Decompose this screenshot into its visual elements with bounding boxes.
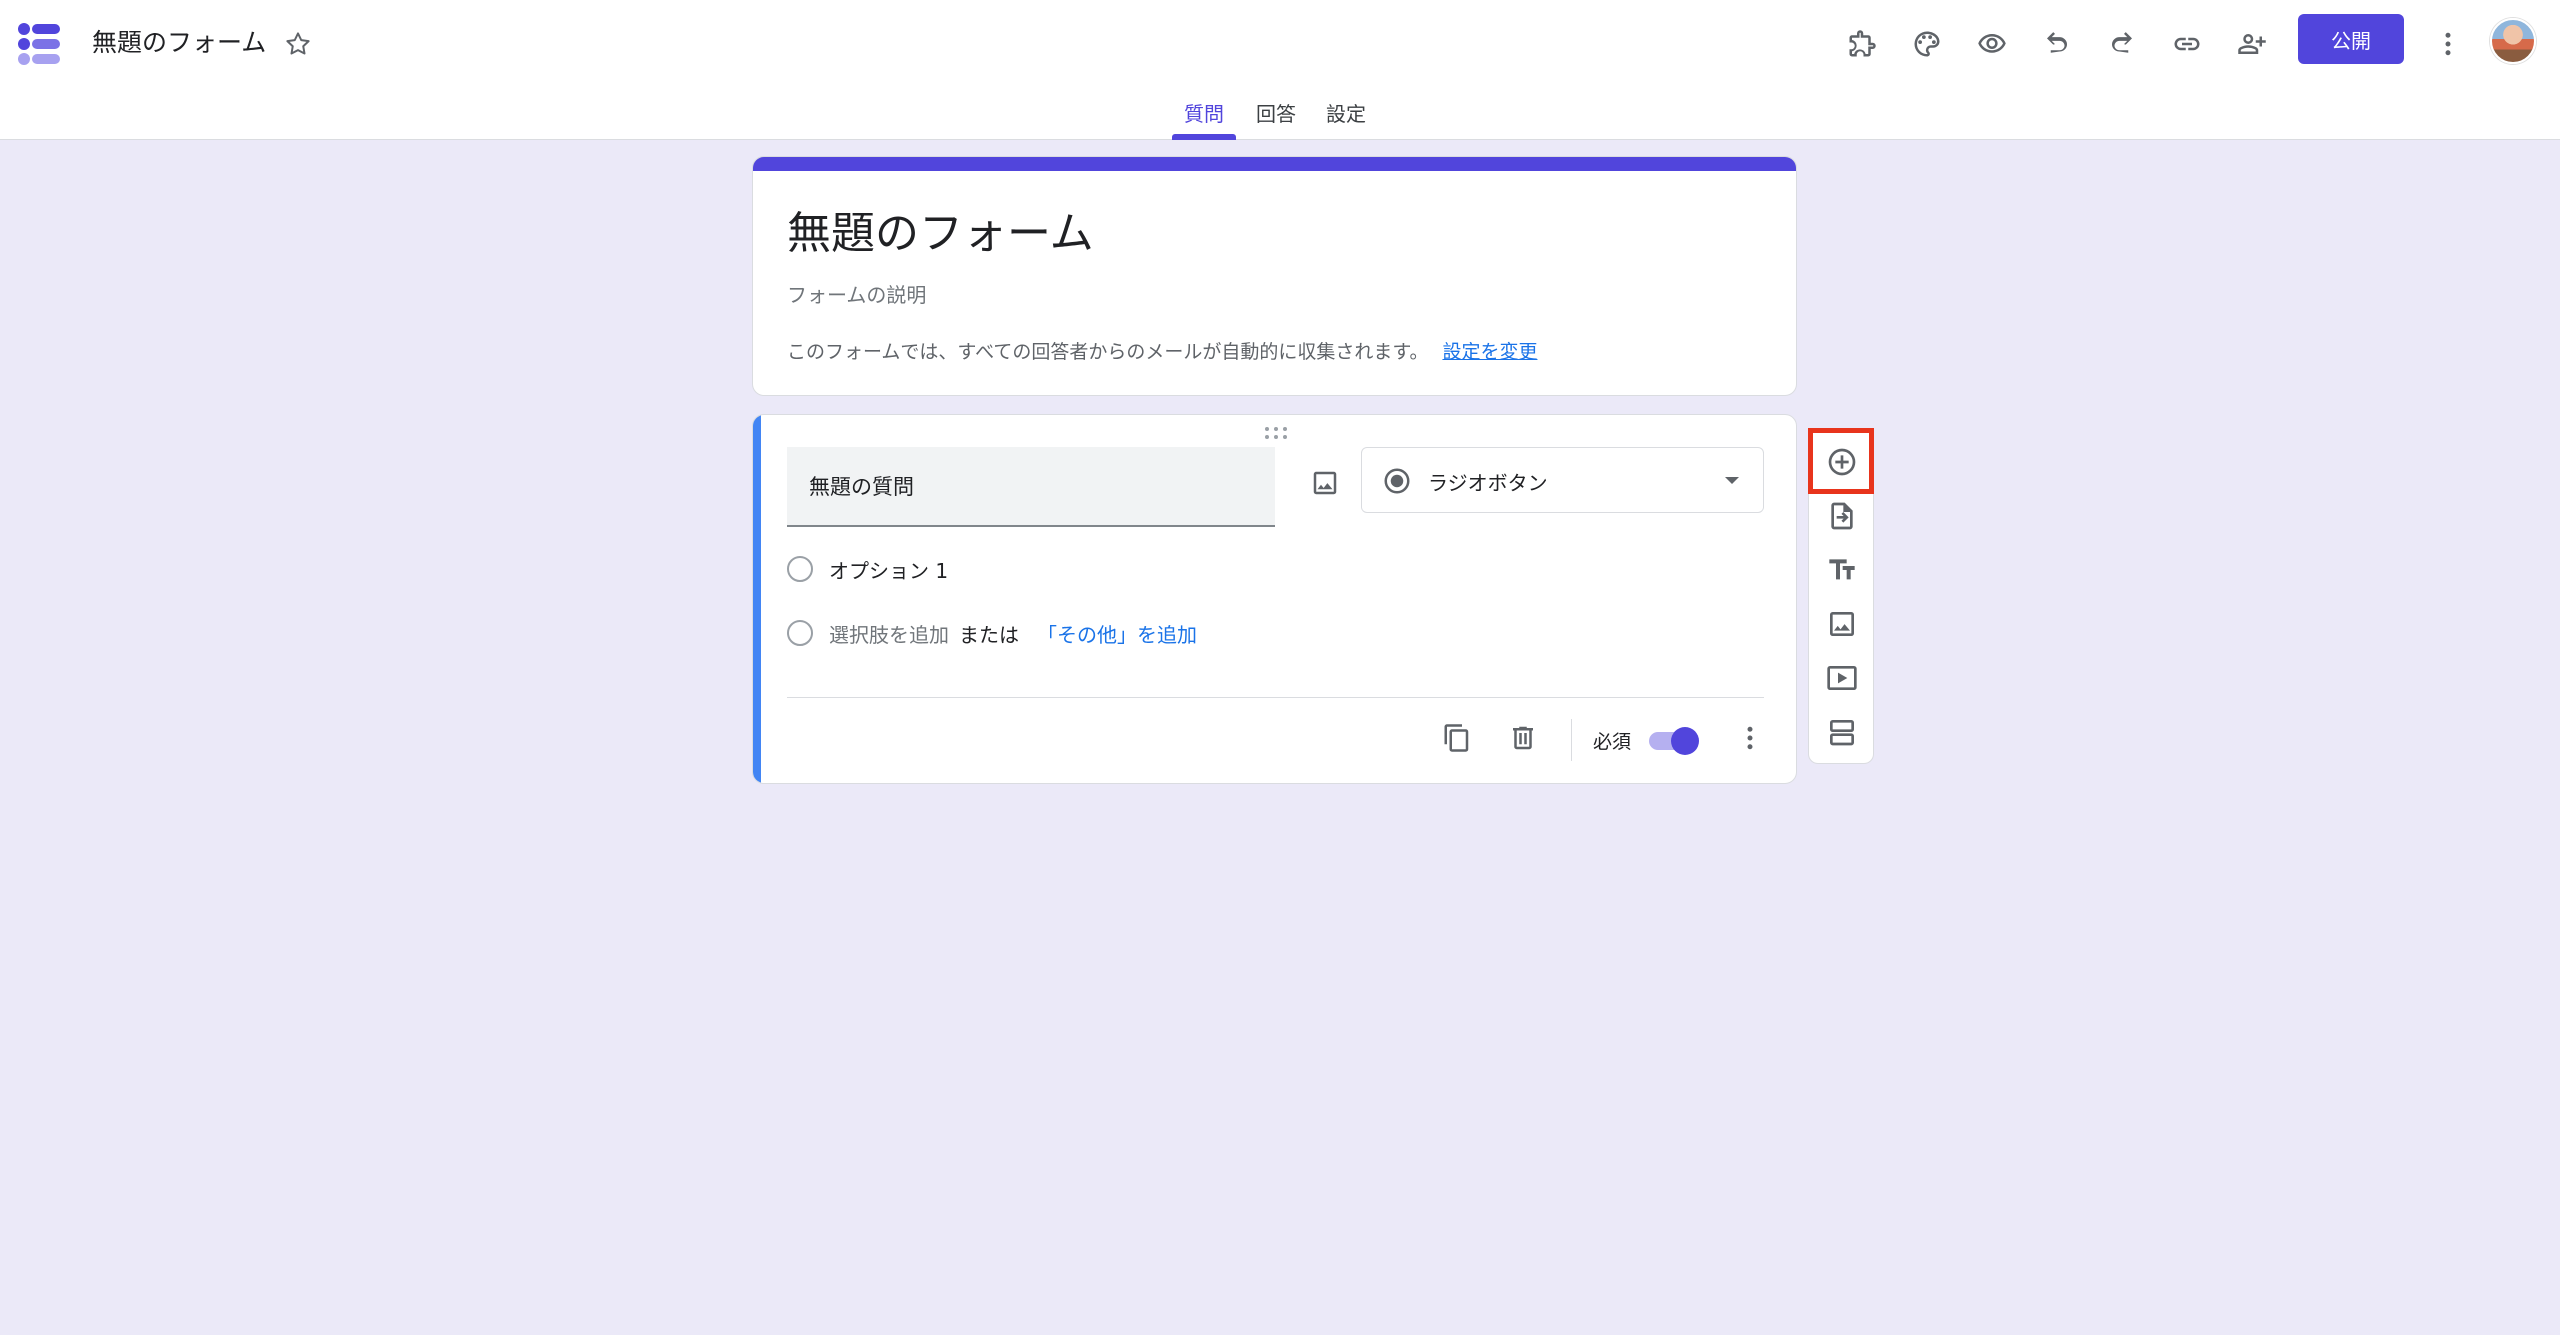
highlight-box <box>1808 428 1874 494</box>
tab-settings[interactable]: 設定 <box>1314 98 1378 140</box>
question-type-label: ラジオボタン <box>1428 471 1548 495</box>
email-collection-text: このフォームでは、すべての回答者からのメールが自動的に収集されます。 <box>787 341 1429 363</box>
add-collaborator-icon[interactable] <box>2228 20 2276 68</box>
form-description[interactable]: フォームの説明 <box>787 279 926 308</box>
question-card[interactable]: 無題の質問 ラジオボタン オプション 1 選択肢を追加 または 「その他」を追加… <box>752 414 1797 784</box>
import-questions-icon[interactable] <box>1818 492 1866 540</box>
divider <box>1571 719 1572 761</box>
more-vert-icon[interactable] <box>1727 715 1773 761</box>
radio-option-circle <box>787 620 813 646</box>
add-title-icon[interactable] <box>1818 546 1866 594</box>
document-title[interactable]: 無題のフォーム <box>92 25 266 61</box>
drag-handle-icon[interactable] <box>1263 425 1289 439</box>
delete-icon[interactable] <box>1500 715 1546 761</box>
divider <box>787 697 1764 698</box>
form-title-card[interactable]: 無題のフォーム フォームの説明 このフォームでは、すべての回答者からのメールが自… <box>752 156 1797 396</box>
question-title-input[interactable]: 無題の質問 <box>787 447 1275 527</box>
add-video-icon[interactable] <box>1818 654 1866 702</box>
add-image-icon[interactable] <box>1301 459 1349 507</box>
toggle-thumb <box>1671 727 1699 755</box>
dropdown-arrow-icon <box>1725 477 1739 484</box>
add-option-row: 選択肢を追加 または 「その他」を追加 <box>787 617 1197 649</box>
add-other-button[interactable]: 「その他」を追加 <box>1037 619 1197 648</box>
tab-bar: 質問 回答 設定 <box>0 98 2560 140</box>
add-section-icon[interactable] <box>1818 708 1866 756</box>
or-label: または <box>959 622 1019 647</box>
option-row[interactable]: オプション 1 <box>787 553 948 585</box>
email-collection-note: このフォームでは、すべての回答者からのメールが自動的に収集されます。 設定を変更 <box>787 337 1537 364</box>
option-label[interactable]: オプション 1 <box>829 555 948 584</box>
required-toggle[interactable] <box>1649 727 1699 755</box>
active-question-bar <box>753 415 761 783</box>
question-type-select[interactable]: ラジオボタン <box>1361 447 1764 513</box>
puzzle-icon[interactable] <box>1838 20 1886 68</box>
palette-icon[interactable] <box>1903 20 1951 68</box>
star-icon[interactable] <box>280 26 316 62</box>
add-image-icon[interactable] <box>1818 600 1866 648</box>
change-settings-link[interactable]: 設定を変更 <box>1442 341 1537 363</box>
more-vert-icon[interactable] <box>2424 20 2472 68</box>
add-option-button[interactable]: 選択肢を追加 <box>829 619 949 648</box>
form-accent-bar <box>753 157 1796 171</box>
redo-icon[interactable] <box>2098 20 2146 68</box>
forms-logo-icon[interactable] <box>16 20 64 68</box>
undo-icon[interactable] <box>2033 20 2081 68</box>
preview-eye-icon[interactable] <box>1968 20 2016 68</box>
publish-button[interactable]: 公開 <box>2298 14 2404 64</box>
tab-responses[interactable]: 回答 <box>1244 98 1308 140</box>
link-icon[interactable] <box>2163 20 2211 68</box>
radio-option-circle <box>787 556 813 582</box>
duplicate-icon[interactable] <box>1434 715 1480 761</box>
form-title[interactable]: 無題のフォーム <box>787 197 1094 261</box>
avatar[interactable] <box>2490 18 2536 64</box>
required-label: 必須 <box>1593 731 1632 753</box>
active-tab-indicator <box>1172 134 1236 140</box>
radio-button-icon <box>1382 466 1412 496</box>
